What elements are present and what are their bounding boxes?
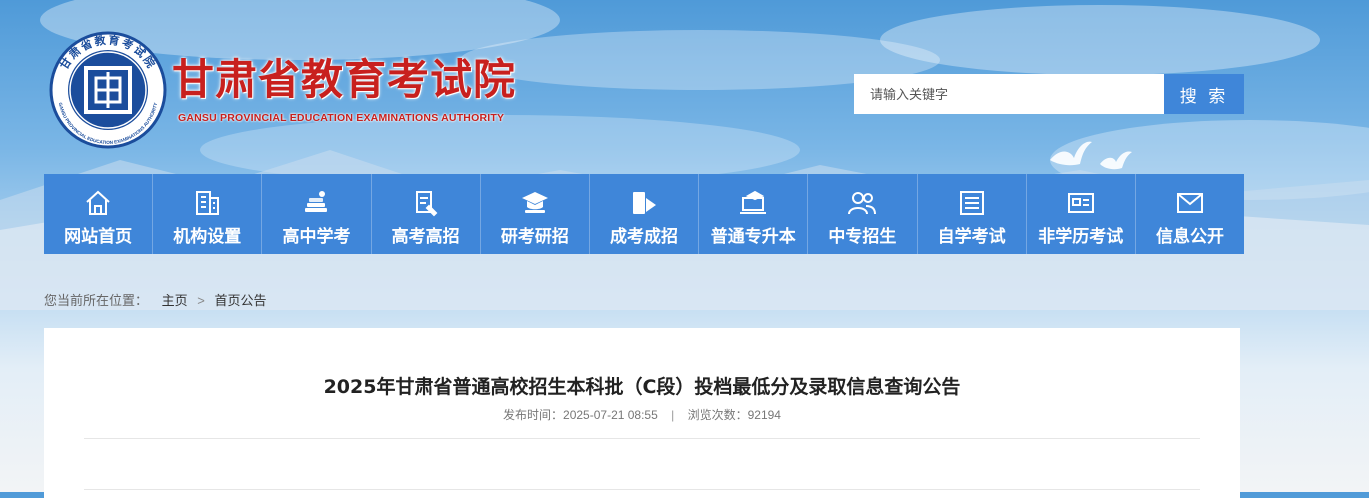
nav-item-secondary-vocational[interactable]: 中专招生 [808, 174, 918, 254]
article-meta: 发布时间：2025-07-21 08:55 | 浏览次数：92194 [44, 406, 1240, 423]
nav-label: 中专招生 [828, 227, 897, 247]
main-nav: 网站首页 机构设置 高中学考 高考高招 研考研招 成考成招 普通专升本 中专招生… [44, 174, 1244, 254]
breadcrumb-home-link[interactable]: 主页 [162, 293, 188, 308]
search-input[interactable] [854, 74, 1164, 114]
nav-label: 机构设置 [173, 227, 242, 247]
views-label: 浏览次数： [687, 408, 748, 422]
title-divider [84, 438, 1200, 439]
nav-item-non-degree-exam[interactable]: 非学历考试 [1027, 174, 1136, 254]
nav-label: 网站首页 [64, 227, 133, 247]
id-card-icon [1067, 193, 1094, 213]
graduation-cap-icon [521, 192, 548, 213]
article-title: 2025年甘肃省普通高校招生本科批（C段）投档最低分及录取信息查询公告 [323, 376, 961, 398]
users-icon [848, 192, 877, 215]
document-pen-icon [415, 191, 438, 217]
nav-item-gaokao[interactable]: 高考高招 [372, 174, 481, 254]
nav-label: 研考研招 [500, 227, 569, 247]
breadcrumb-separator: > [197, 293, 205, 308]
search-box: 搜 索 [854, 74, 1244, 114]
site-subtitle: GANSU PROVINCIAL EDUCATION EXAMINATIONS … [178, 112, 505, 124]
nav-item-organization[interactable]: 机构设置 [153, 174, 263, 254]
book-arrow-icon [633, 192, 657, 214]
nav-item-high-school-exam[interactable]: 高中学考 [262, 174, 372, 254]
books-icon [305, 191, 328, 212]
nav-item-self-study-exam[interactable]: 自学考试 [918, 174, 1027, 254]
publish-time-label: 发布时间： [503, 408, 564, 422]
notes-icon [959, 191, 984, 215]
site-title: 甘肃省教育考试院 [172, 55, 517, 104]
emblem-logo: 甘肃省教育考试院 GANSU PROVINCIAL EDUCATION EXAM… [49, 31, 167, 149]
envelope-icon [1176, 193, 1203, 213]
nav-label: 自学考试 [937, 227, 1006, 247]
nav-label: 非学历考试 [1038, 227, 1124, 247]
nav-item-info-disclosure[interactable]: 信息公开 [1136, 174, 1244, 254]
nav-label: 普通专升本 [710, 227, 796, 247]
breadcrumb-current-link[interactable]: 首页公告 [215, 293, 267, 308]
meta-divider: | [671, 408, 675, 422]
nav-label: 高考高招 [391, 227, 460, 247]
view-count: 92194 [747, 408, 781, 422]
sky-clouds-background [40, 0, 1369, 200]
doves-decoration [1050, 141, 1132, 170]
nav-item-home[interactable]: 网站首页 [44, 174, 154, 254]
nav-label: 成考成招 [610, 227, 679, 247]
nav-item-adult-exam[interactable]: 成考成招 [590, 174, 700, 254]
nav-item-upgrade-exam[interactable]: 普通专升本 [699, 174, 809, 254]
building-icon [196, 191, 220, 215]
nav-label: 高中学考 [282, 227, 351, 247]
publish-time: 2025-07-21 08:55 [563, 408, 658, 422]
nav-label: 信息公开 [1155, 227, 1224, 247]
breadcrumb-prefix: 您当前所在位置： [44, 293, 149, 308]
breadcrumb: 您当前所在位置： 主页 > 首页公告 [44, 290, 267, 309]
home-icon [86, 190, 110, 215]
article-panel: 2025年甘肃省普通高校招生本科批（C段）投档最低分及录取信息查询公告 发布时间… [44, 328, 1240, 498]
content-divider [84, 489, 1200, 490]
nav-item-graduate-exam[interactable]: 研考研招 [481, 174, 590, 254]
search-button[interactable]: 搜 索 [1164, 74, 1244, 114]
laptop-graduation-icon [740, 190, 767, 214]
